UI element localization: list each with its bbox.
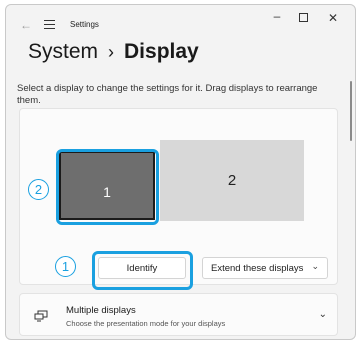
breadcrumb-separator: › [108,42,115,62]
multiple-displays-title: Multiple displays [66,305,136,316]
breadcrumb-system[interactable]: System [28,40,98,63]
monitor-2[interactable]: 2 [160,140,304,221]
scrollbar[interactable] [350,81,352,141]
callout-badge-monitor: 2 [28,179,49,200]
extend-displays-dropdown[interactable]: Extend these displays ⌄ [202,257,328,279]
chevron-down-icon[interactable]: ⌄ [319,309,327,320]
identify-highlight [92,251,193,290]
back-arrow-icon[interactable]: ← [20,18,32,32]
extend-displays-label: Extend these displays [211,262,304,274]
hamburger-menu-icon[interactable] [44,20,55,32]
display-description: Select a display to change the settings … [17,83,318,106]
monitor-highlight [56,149,159,225]
maximize-button[interactable] [290,11,316,25]
multiple-displays-row[interactable]: Multiple displays Choose the presentatio… [19,293,338,336]
minimize-button[interactable]: – [264,9,290,23]
callout-badge-identify: 1 [55,256,76,277]
multiple-displays-subtitle: Choose the presentation mode for your di… [66,319,226,328]
window-title: Settings [70,20,99,29]
monitor-2-label: 2 [227,172,237,189]
page-title: Display [124,40,199,63]
page-header: System › Display [28,40,199,64]
title-bar: ← Settings – ✕ [6,5,355,45]
close-button[interactable]: ✕ [320,11,346,25]
maximize-icon [298,13,308,22]
multiple-displays-icon [34,309,48,327]
chevron-down-icon: ⌄ [311,261,319,271]
